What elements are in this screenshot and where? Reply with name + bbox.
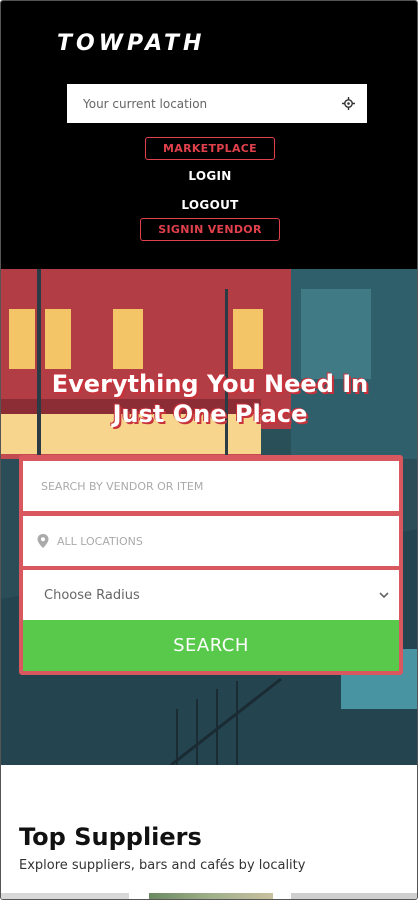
vendor-search-placeholder: SEARCH BY VENDOR OR ITEM — [41, 479, 204, 493]
hero-title: Everything You Need In Just One Place — [1, 369, 417, 429]
signin-vendor-button[interactable]: SIGNIN VENDOR — [140, 218, 280, 241]
suppliers-subtitle: Explore suppliers, bars and cafés by loc… — [19, 858, 306, 873]
locate-me-icon[interactable] — [341, 97, 355, 111]
radius-selected-value: Choose Radius — [44, 587, 140, 603]
current-location-input[interactable] — [83, 96, 341, 111]
page-frame: TOWPATH MARKETPLACE LOGIN LOGOUT SIGNIN … — [0, 0, 418, 900]
vendor-search-input[interactable]: SEARCH BY VENDOR OR ITEM — [23, 461, 399, 511]
radius-select[interactable]: Choose Radius — [23, 570, 399, 620]
towpath-logo[interactable]: TOWPATH — [57, 29, 253, 55]
chevron-down-icon — [379, 588, 389, 603]
supplier-card-thumbnail[interactable] — [1, 893, 129, 899]
search-button[interactable]: SEARCH — [23, 620, 399, 671]
supplier-card-thumbnail[interactable] — [149, 893, 273, 899]
svg-text:TOWPATH: TOWPATH — [57, 31, 205, 55]
location-search-bar — [67, 84, 367, 123]
marketplace-button[interactable]: MARKETPLACE — [145, 137, 275, 160]
location-input[interactable]: ALL LOCATIONS — [23, 516, 399, 566]
logout-link[interactable]: LOGOUT — [181, 198, 238, 212]
hero-title-line2: Just One Place — [112, 400, 308, 428]
login-link[interactable]: LOGIN — [188, 169, 231, 183]
hero-title-line1: Everything You Need In — [51, 370, 369, 398]
map-pin-icon — [37, 534, 49, 548]
site-header: TOWPATH MARKETPLACE LOGIN LOGOUT SIGNIN … — [1, 1, 417, 269]
location-placeholder: ALL LOCATIONS — [57, 534, 143, 548]
search-panel: SEARCH BY VENDOR OR ITEM ALL LOCATIONS C… — [19, 455, 403, 675]
supplier-card-thumbnail[interactable] — [291, 893, 417, 899]
suppliers-heading: Top Suppliers — [19, 823, 202, 851]
